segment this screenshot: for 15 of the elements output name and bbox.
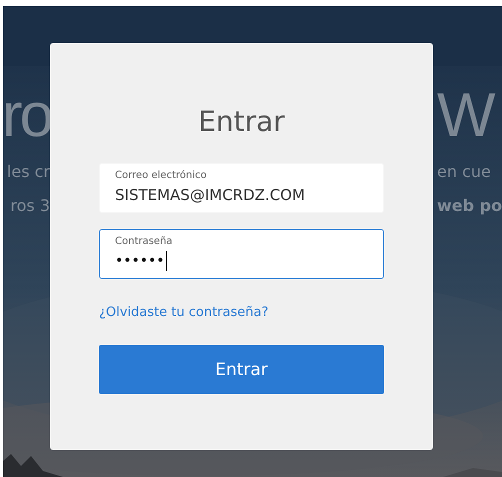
- background-text: les cr: [6, 161, 50, 183]
- login-title: Entrar: [197, 104, 286, 140]
- background-text: web po: [437, 195, 502, 217]
- background-heading: ro: [3, 81, 50, 151]
- field-label: Contraseña: [115, 235, 174, 249]
- password-field[interactable]: Contraseña ••••••: [99, 229, 384, 279]
- email-field[interactable]: Correo electrónico SISTEMAS@IMCRDZ.COM: [99, 163, 384, 213]
- field-value: ••••••: [115, 250, 167, 273]
- background-text: en cue: [437, 161, 491, 183]
- field-value: SISTEMAS@IMCRDZ.COM: [115, 185, 305, 206]
- background-text: ros 3: [10, 195, 50, 217]
- forgot-password-link[interactable]: ¿Olvidaste tu contraseña?: [99, 305, 268, 320]
- background-heading: W: [437, 81, 496, 151]
- field-label: Correo electrónico: [115, 169, 208, 183]
- submit-button[interactable]: Entrar: [99, 345, 384, 394]
